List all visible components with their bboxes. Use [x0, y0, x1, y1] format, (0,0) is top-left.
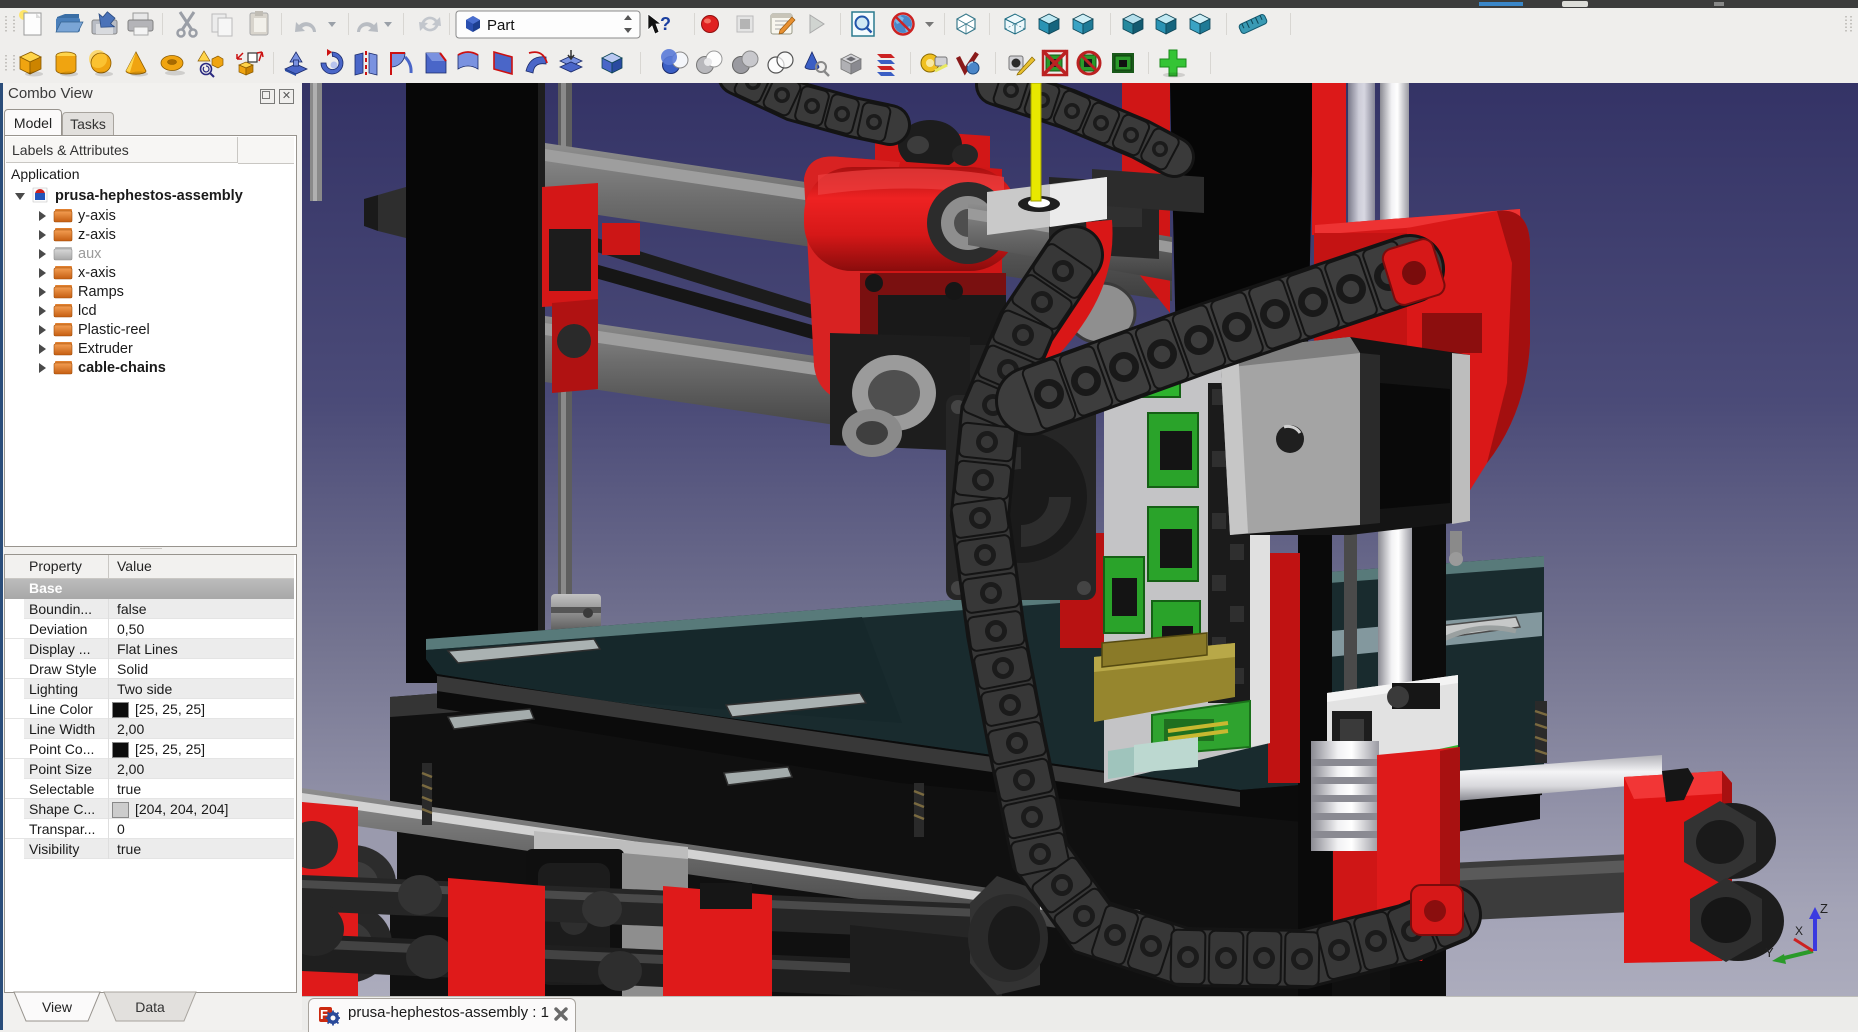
svg-text:lcd: lcd — [78, 303, 97, 319]
svg-text:x-axis: x-axis — [78, 265, 116, 281]
svg-text:X: X — [1795, 924, 1803, 938]
svg-text:Y: Y — [1765, 945, 1774, 960]
svg-text:?: ? — [660, 14, 671, 34]
svg-text:Plastic-reel: Plastic-reel — [78, 322, 150, 338]
svg-text:Part: Part — [487, 17, 515, 34]
svg-text:Ramps: Ramps — [78, 284, 124, 300]
svg-text:Z: Z — [1820, 901, 1828, 916]
svg-text:Extruder: Extruder — [78, 341, 133, 357]
svg-text:z-axis: z-axis — [78, 227, 116, 243]
svg-text:cable-chains: cable-chains — [78, 360, 166, 376]
svg-text:aux: aux — [78, 246, 102, 262]
svg-text:prusa-hephestos-assembly: prusa-hephestos-assembly — [55, 188, 243, 204]
svg-text:F: F — [320, 1007, 328, 1022]
svg-text:y-axis: y-axis — [78, 208, 116, 224]
svg-text:Data: Data — [135, 999, 165, 1015]
svg-text:View: View — [42, 999, 73, 1015]
